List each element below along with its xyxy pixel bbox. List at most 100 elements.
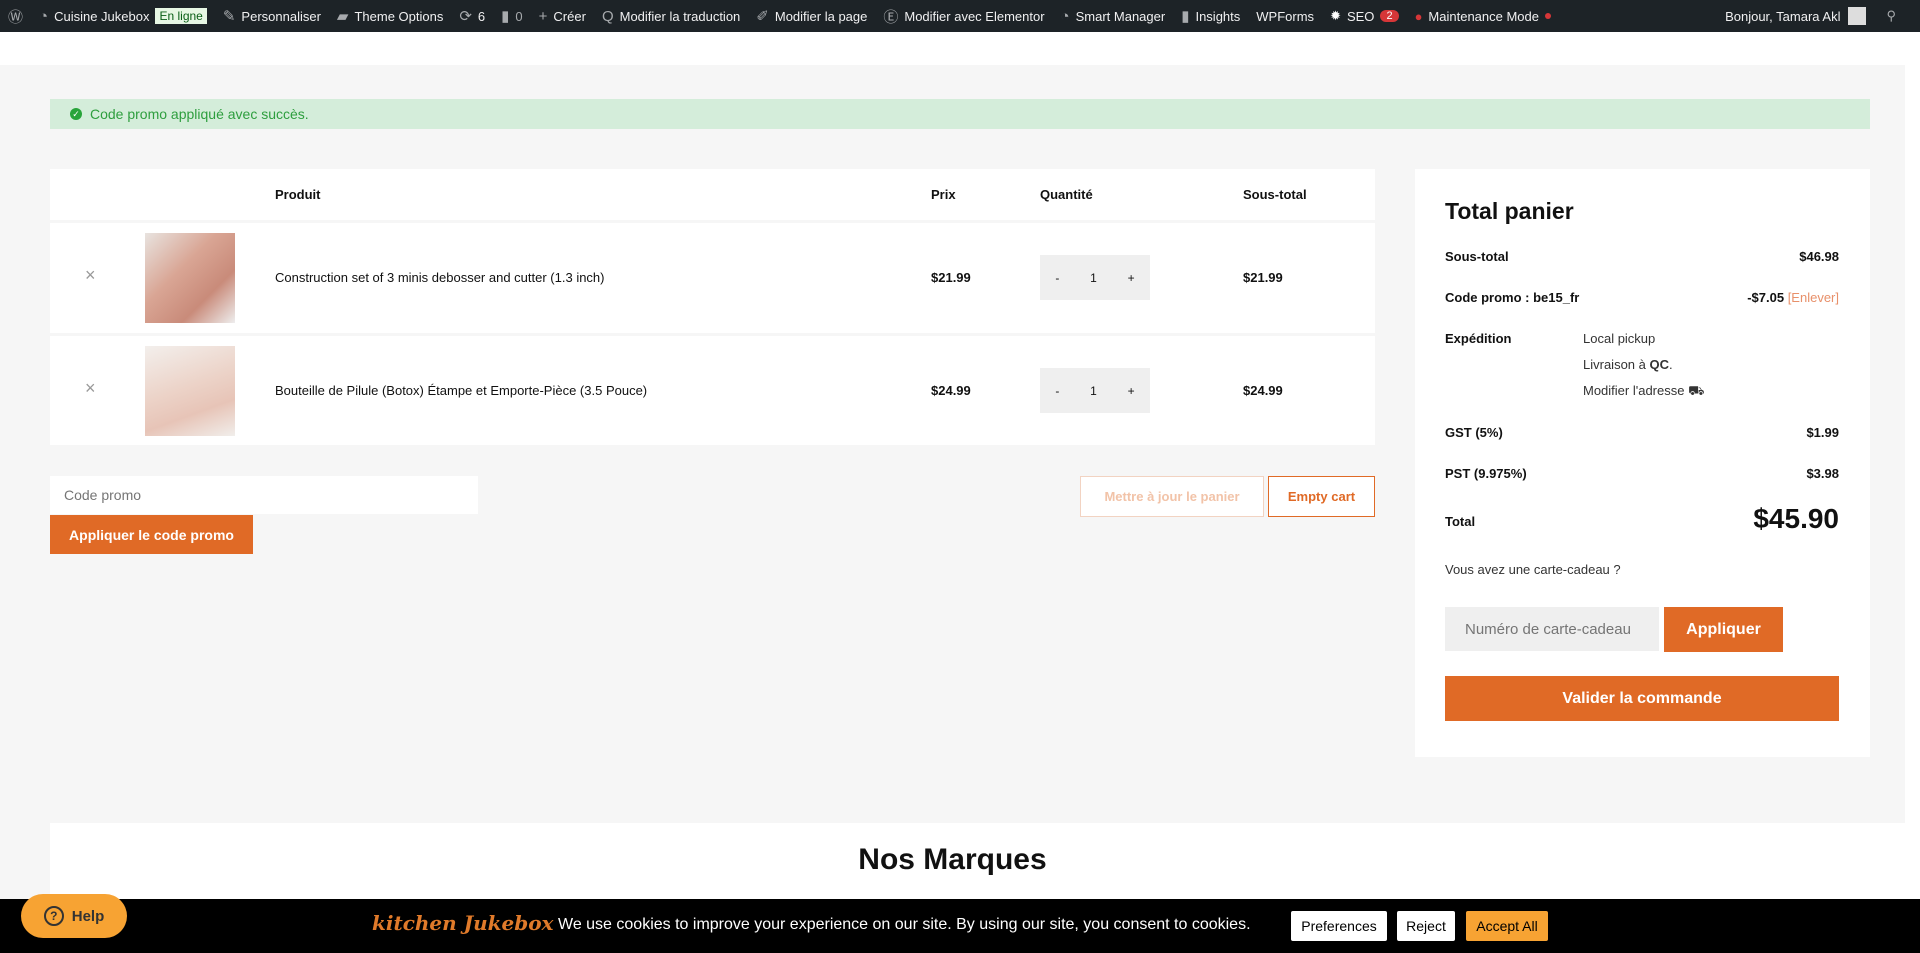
folder-icon: ▰ bbox=[336, 8, 349, 25]
seo-link[interactable]: ✹ SEO 2 bbox=[1330, 8, 1399, 24]
cookie-accept-button[interactable]: Accept All bbox=[1466, 911, 1548, 941]
quantity-input[interactable]: 1 bbox=[1090, 271, 1097, 285]
shipping-region: QC bbox=[1649, 357, 1669, 372]
change-address-label: Modifier l'adresse bbox=[1583, 383, 1685, 398]
gst-value: $1.99 bbox=[1806, 425, 1839, 440]
question-icon: ? bbox=[43, 906, 64, 926]
quantity-stepper: - 1 + bbox=[1040, 368, 1150, 413]
account-greeting[interactable]: Bonjour, Tamara Akl bbox=[1725, 9, 1840, 24]
theme-options-link[interactable]: ▰ Theme Options bbox=[337, 7, 443, 25]
brush-icon: ✎ bbox=[222, 8, 236, 25]
comments-link[interactable]: ▮ 0 bbox=[501, 7, 523, 25]
elementor-icon: Ⓔ bbox=[883, 8, 899, 26]
decrease-button[interactable]: - bbox=[1055, 271, 1059, 285]
quantity-stepper: - 1 + bbox=[1040, 255, 1150, 300]
product-subtotal: $21.99 bbox=[1243, 270, 1283, 285]
cookie-preferences-button[interactable]: Preferences bbox=[1291, 911, 1387, 941]
notice-text: Code promo appliqué avec succès. bbox=[90, 106, 309, 122]
update-cart-button[interactable]: Mettre à jour le panier bbox=[1080, 476, 1264, 517]
edit-page-link[interactable]: ✐ Modifier la page bbox=[756, 7, 867, 25]
customize-link[interactable]: ✎ Personnaliser bbox=[223, 7, 321, 25]
translate-label: Modifier la traduction bbox=[619, 8, 741, 24]
updates-link[interactable]: ⟳ 6 bbox=[459, 7, 485, 25]
plus-icon: + bbox=[538, 7, 548, 25]
header-price: Prix bbox=[931, 187, 956, 202]
coupon-input[interactable] bbox=[50, 476, 478, 514]
pst-value: $3.98 bbox=[1806, 466, 1839, 481]
change-address-link[interactable]: Modifier l'adresse ⛟ bbox=[1583, 383, 1704, 401]
maintenance-label: Maintenance Mode bbox=[1428, 8, 1539, 24]
remove-item-button[interactable]: × bbox=[85, 265, 96, 286]
updates-count: 6 bbox=[477, 8, 486, 24]
table-row: × Construction set of 3 minis debosser a… bbox=[50, 223, 1375, 333]
checkout-button[interactable]: Valider la commande bbox=[1445, 676, 1839, 721]
increase-button[interactable]: + bbox=[1128, 384, 1135, 398]
gift-card-question: Vous avez une carte-cadeau ? bbox=[1445, 562, 1621, 577]
product-name-link[interactable]: Construction set of 3 minis debosser and… bbox=[275, 270, 605, 285]
avatar[interactable] bbox=[1848, 7, 1867, 25]
header-product: Produit bbox=[275, 187, 321, 202]
product-price: $21.99 bbox=[931, 270, 971, 285]
seo-label: SEO bbox=[1346, 8, 1375, 24]
new-content-link[interactable]: + Créer bbox=[539, 8, 586, 25]
gst-label: GST (5%) bbox=[1445, 425, 1503, 440]
smart-manager-link[interactable]: ◔ Smart Manager bbox=[1061, 8, 1166, 25]
search-icon[interactable]: ⚲ bbox=[1886, 8, 1896, 24]
wpforms-link[interactable]: WPForms bbox=[1256, 9, 1314, 24]
wrench-icon: ● bbox=[1414, 8, 1423, 24]
status-dot bbox=[1545, 13, 1551, 19]
coupon-label: Code promo : be15_fr bbox=[1445, 290, 1580, 305]
site-name-menu[interactable]: ◔ Cuisine Jukebox En ligne bbox=[39, 8, 207, 25]
increase-button[interactable]: + bbox=[1128, 271, 1135, 285]
product-image[interactable] bbox=[145, 233, 235, 323]
total-value: $45.90 bbox=[1753, 503, 1839, 534]
remove-item-button[interactable]: × bbox=[85, 378, 96, 399]
gift-card-input[interactable] bbox=[1445, 607, 1659, 651]
shipping-method: Local pickup bbox=[1583, 331, 1656, 346]
product-subtotal: $24.99 bbox=[1243, 383, 1283, 398]
quantity-input[interactable]: 1 bbox=[1090, 384, 1097, 398]
product-image[interactable] bbox=[145, 346, 235, 436]
new-label: Créer bbox=[553, 8, 586, 24]
edit-page-label: Modifier la page bbox=[774, 8, 868, 24]
product-name-link[interactable]: Bouteille de Pilule (Botox) Étampe et Em… bbox=[275, 383, 647, 398]
wordpress-menu[interactable]: Ⓦ bbox=[8, 6, 23, 27]
decrease-button[interactable]: - bbox=[1055, 384, 1059, 398]
online-badge: En ligne bbox=[155, 8, 207, 24]
comments-count: 0 bbox=[515, 8, 523, 24]
maintenance-link[interactable]: ● Maintenance Mode bbox=[1415, 9, 1551, 24]
empty-cart-button[interactable]: Empty cart bbox=[1268, 476, 1375, 517]
apply-coupon-button[interactable]: Appliquer le code promo bbox=[50, 515, 253, 554]
header-subtotal: Sous-total bbox=[1243, 187, 1307, 202]
theme-options-label: Theme Options bbox=[354, 8, 444, 24]
comment-icon: ▮ bbox=[501, 8, 510, 25]
product-price: $24.99 bbox=[931, 383, 971, 398]
updates-icon: ⟳ bbox=[459, 8, 472, 25]
elementor-label: Modifier avec Elementor bbox=[904, 8, 1045, 24]
cookie-banner: kitchen Jukebox We use cookies to improv… bbox=[0, 899, 1920, 953]
help-label: Help bbox=[71, 907, 105, 925]
smart-manager-label: Smart Manager bbox=[1075, 8, 1166, 24]
subtotal-label: Sous-total bbox=[1445, 249, 1509, 264]
cart-totals: Total panier Sous-total $46.98 Code prom… bbox=[1415, 169, 1870, 757]
kitchen-jukebox-logo: kitchen Jukebox bbox=[372, 911, 554, 935]
brands-title: Nos Marques bbox=[858, 843, 1047, 876]
scrollbar[interactable] bbox=[1905, 65, 1920, 899]
help-button[interactable]: ? Help bbox=[21, 894, 127, 938]
customize-label: Personnaliser bbox=[241, 8, 321, 24]
chart-icon: ▮ bbox=[1181, 8, 1190, 25]
table-row: × Bouteille de Pilule (Botox) Étampe et … bbox=[50, 336, 1375, 445]
shipping-label: Expédition bbox=[1445, 331, 1512, 346]
elementor-link[interactable]: Ⓔ Modifier avec Elementor bbox=[883, 6, 1044, 27]
translate-link[interactable]: Q Modifier la traduction bbox=[602, 8, 740, 25]
header-strip bbox=[0, 32, 1920, 65]
apply-gift-card-button[interactable]: Appliquer bbox=[1664, 607, 1783, 652]
check-icon: ✓ bbox=[70, 108, 82, 120]
insights-link[interactable]: ▮ Insights bbox=[1181, 7, 1240, 25]
cookie-reject-button[interactable]: Reject bbox=[1397, 911, 1455, 941]
wpforms-label: WPForms bbox=[1256, 8, 1315, 24]
cart-table: Produit Prix Quantité Sous-total × Const… bbox=[50, 169, 1375, 445]
remove-coupon-link[interactable]: [Enlever] bbox=[1788, 290, 1839, 305]
truck-icon: ⛟ bbox=[1688, 383, 1705, 398]
shipping-prefix: Livraison à bbox=[1583, 357, 1650, 372]
